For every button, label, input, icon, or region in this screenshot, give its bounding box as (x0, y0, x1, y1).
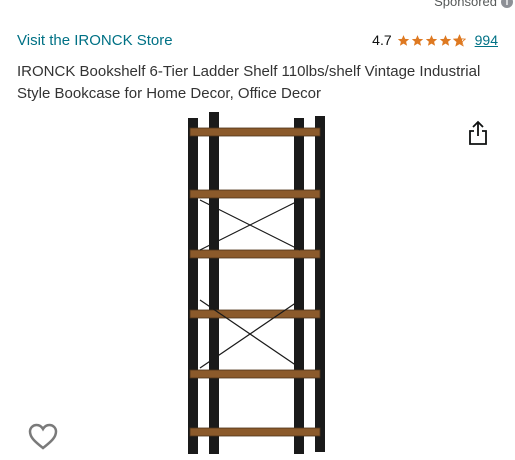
star-icon (425, 34, 437, 46)
rating-count[interactable]: 994 (475, 32, 498, 48)
sponsored-label[interactable]: Sponsored i (434, 0, 513, 9)
rating-value: 4.7 (372, 32, 392, 48)
heart-icon[interactable] (28, 423, 58, 451)
star-icon (439, 34, 451, 46)
star-icon (411, 34, 423, 46)
info-icon[interactable]: i (501, 0, 513, 8)
star-icon (397, 34, 409, 46)
share-icon[interactable] (467, 120, 489, 146)
store-link[interactable]: Visit the IRONCK Store (17, 32, 173, 49)
half-star-icon (452, 33, 466, 47)
star-rating (397, 33, 466, 47)
store-row: Visit the IRONCK Store 4.7 994 (17, 30, 498, 50)
product-image[interactable] (180, 110, 335, 456)
product-title[interactable]: IRONCK Bookshelf 6-Tier Ladder Shelf 110… (17, 61, 495, 105)
rating-summary[interactable]: 4.7 994 (372, 32, 498, 48)
